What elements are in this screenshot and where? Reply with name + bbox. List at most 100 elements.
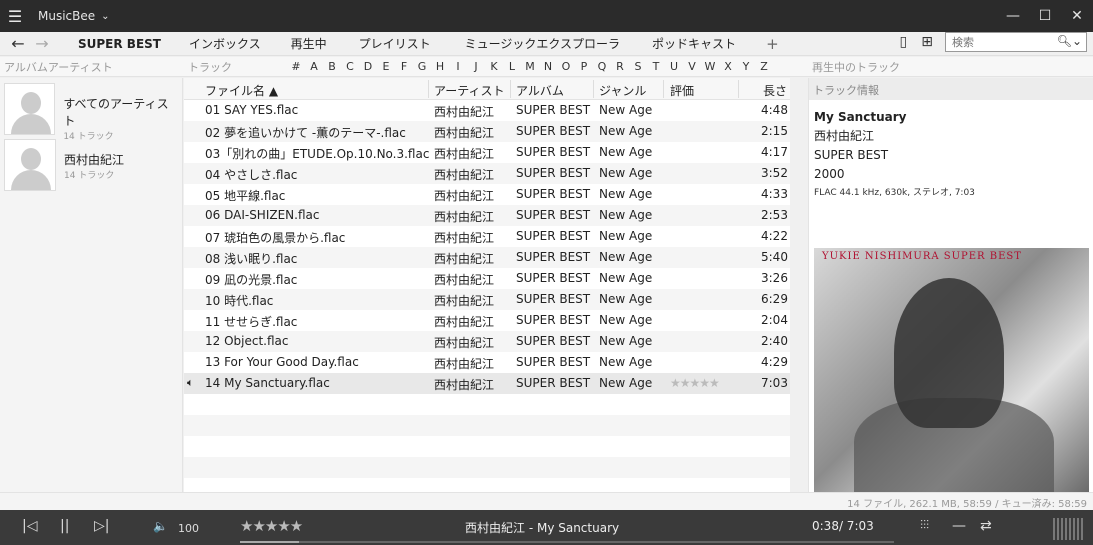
alpha-letter[interactable]: O (557, 60, 575, 73)
alpha-letter[interactable]: Q (593, 60, 611, 73)
previous-icon[interactable]: |◁ (22, 518, 37, 534)
cell-artist: 西村由紀江 (434, 336, 495, 350)
alpha-letter[interactable]: N (539, 60, 557, 73)
cell-file: 04 やさしさ.flac (205, 168, 298, 182)
rating-stars[interactable]: ★★★★★ (240, 517, 303, 535)
cell-file: 11 せせらぎ.flac (205, 315, 298, 329)
alpha-letter[interactable]: B (323, 60, 341, 73)
window-controls: — ☐ ✕ (997, 0, 1093, 32)
cell-album: SUPER BEST (516, 124, 591, 138)
forward-arrow-icon[interactable]: → (30, 34, 54, 53)
column-genre[interactable]: ジャンル (599, 82, 646, 99)
cell-album: SUPER BEST (516, 229, 591, 243)
table-row[interactable]: 12 Object.flac 西村由紀江 SUPER BEST New Age 2:40 (184, 331, 790, 352)
tab-super-best[interactable]: SUPER BEST (78, 37, 161, 51)
close-button[interactable]: ✕ (1061, 0, 1093, 32)
cell-file: 01 SAY YES.flac (205, 103, 299, 117)
album-cover: YUKIE NISHIMURA SUPER BEST (814, 248, 1089, 492)
column-length[interactable]: 長さ (763, 82, 787, 99)
table-row[interactable]: 07 琥珀色の風景から.flac 西村由紀江 SUPER BEST New Age 4:… (184, 226, 790, 247)
alpha-letter[interactable]: J (467, 60, 485, 73)
avatar (4, 139, 56, 191)
table-row[interactable]: 11 せせらぎ.flac 西村由紀江 SUPER BEST New Age 2:04 (184, 310, 790, 331)
back-arrow-icon[interactable]: ← (6, 34, 30, 53)
repeat-icon[interactable]: ⇄ (980, 518, 992, 534)
alpha-letter[interactable]: S (629, 60, 647, 73)
alpha-letter[interactable]: A (305, 60, 323, 73)
alpha-letter[interactable]: D (359, 60, 377, 73)
alpha-letter[interactable]: P (575, 60, 593, 73)
next-icon[interactable]: ▷| (94, 518, 109, 534)
tab-now-playing[interactable]: 再生中 (291, 35, 327, 52)
tab-podcasts[interactable]: ポッドキャスト (652, 35, 736, 52)
shuffle-icon[interactable]: — (952, 518, 966, 534)
visualizer-icon[interactable] (1053, 518, 1085, 540)
phone-icon[interactable]: ▯ (900, 34, 908, 50)
cell-genre: New Age (599, 292, 653, 306)
layout-icon[interactable]: ⊞ (921, 34, 933, 50)
table-row[interactable]: 13 For Your Good Day.flac 西村由紀江 SUPER BEST… (184, 352, 790, 373)
cell-artist: 西村由紀江 (434, 231, 495, 245)
alpha-letter[interactable]: Z (755, 60, 773, 73)
alpha-letter[interactable]: U (665, 60, 683, 73)
cell-length: 4:33 (761, 187, 788, 201)
alpha-letter[interactable]: K (485, 60, 503, 73)
alpha-letter[interactable]: V (683, 60, 701, 73)
cell-file: 03「別れの曲」ETUDE.Op.10.No.3.flac (205, 147, 430, 161)
cell-rating[interactable]: ★★★★★ (670, 376, 720, 390)
alpha-letter[interactable]: # (287, 60, 305, 73)
table-row[interactable]: 04 やさしさ.flac 西村由紀江 SUPER BEST New Age 3:52 (184, 163, 790, 184)
search-icon[interactable]: 🔍︎⌄ (1057, 34, 1082, 48)
alpha-letter[interactable]: M (521, 60, 539, 73)
table-row[interactable]: 08 浅い眠り.flac 西村由紀江 SUPER BEST New Age 5:40 (184, 247, 790, 268)
alpha-letter[interactable]: R (611, 60, 629, 73)
column-rating[interactable]: 評価 (670, 82, 694, 99)
chevron-down-icon[interactable]: ⌄ (101, 11, 109, 22)
playback-time: 0:38/ 7:03 (812, 519, 874, 533)
volume-level[interactable]: 100 (178, 522, 199, 535)
alpha-letter[interactable]: W (701, 60, 719, 73)
volume-icon[interactable]: 🔈 (153, 519, 168, 533)
tab-inbox[interactable]: インボックス (189, 35, 261, 52)
progress-bar[interactable] (240, 541, 894, 543)
equalizer-icon[interactable]: ⫶⫶⫶ (920, 518, 929, 533)
add-tab-icon[interactable]: + (766, 35, 779, 53)
alpha-letter[interactable]: I (449, 60, 467, 73)
artist-item[interactable]: 西村由紀江 14 トラック (4, 139, 179, 191)
alpha-letter[interactable]: F (395, 60, 413, 73)
cell-genre: New Age (599, 376, 653, 390)
table-row[interactable]: 02 夢を追いかけて -薫のテーマ-.flac 西村由紀江 SUPER BEST Ne… (184, 121, 790, 142)
tab-music-explorer[interactable]: ミュージックエクスプローラ (465, 35, 620, 52)
alpha-letter[interactable]: E (377, 60, 395, 73)
cell-artist: 西村由紀江 (434, 189, 495, 203)
alpha-letter[interactable]: H (431, 60, 449, 73)
cell-length: 4:17 (761, 145, 788, 159)
alpha-letter[interactable]: C (341, 60, 359, 73)
artist-item[interactable]: すべてのアーティスト 14 トラック (4, 83, 179, 142)
cell-artist: 西村由紀江 (434, 252, 495, 266)
column-file[interactable]: ファイル名 ▲ (205, 82, 278, 99)
table-row[interactable]: 06 DAI-SHIZEN.flac 西村由紀江 SUPER BEST New Age… (184, 205, 790, 226)
track-label: トラック (188, 60, 232, 74)
alpha-letter[interactable]: X (719, 60, 737, 73)
alpha-letter[interactable]: L (503, 60, 521, 73)
artist-name: すべてのアーティスト (63, 97, 169, 128)
column-album[interactable]: アルバム (516, 82, 564, 99)
maximize-button[interactable]: ☐ (1029, 0, 1061, 32)
tab-playlists[interactable]: プレイリスト (359, 35, 431, 52)
table-row[interactable]: 10 時代.flac 西村由紀江 SUPER BEST New Age 6:29 (184, 289, 790, 310)
pause-icon[interactable]: || (60, 518, 69, 534)
column-artist[interactable]: アーティスト (434, 82, 505, 99)
table-row[interactable]: 03「別れの曲」ETUDE.Op.10.No.3.flac 西村由紀江 SUPER … (184, 142, 790, 163)
alpha-letter[interactable]: T (647, 60, 665, 73)
table-row[interactable]: 05 地平線.flac 西村由紀江 SUPER BEST New Age 4:33 (184, 184, 790, 205)
table-row[interactable]: 🔈︎ 14 My Sanctuary.flac 西村由紀江 SUPER BEST New… (184, 373, 790, 394)
cell-artist: 西村由紀江 (434, 378, 495, 392)
table-row[interactable]: 01 SAY YES.flac 西村由紀江 SUPER BEST New Age 4:4… (184, 100, 790, 121)
alpha-letter[interactable]: Y (737, 60, 755, 73)
minimize-button[interactable]: — (997, 0, 1029, 32)
search-input[interactable] (952, 35, 1062, 49)
hamburger-menu-icon[interactable]: ☰ (0, 0, 30, 32)
alpha-letter[interactable]: G (413, 60, 431, 73)
table-row[interactable]: 09 凪の光景.flac 西村由紀江 SUPER BEST New Age 3:26 (184, 268, 790, 289)
